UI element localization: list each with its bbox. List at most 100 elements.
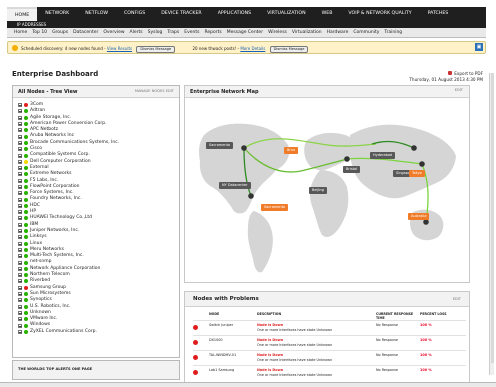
expand-icon[interactable] xyxy=(18,317,22,322)
expand-icon[interactable] xyxy=(18,140,22,145)
expand-icon[interactable] xyxy=(18,329,22,334)
top-nav-configs[interactable]: Configs xyxy=(116,7,153,21)
dismiss-message-button[interactable]: Dismiss Message xyxy=(136,46,176,53)
view-results-link[interactable]: View Results xyxy=(107,46,132,51)
menu-community[interactable]: Community xyxy=(353,28,379,38)
menu-home[interactable]: Home xyxy=(14,28,27,38)
top-nav-netflow[interactable]: NetFlow xyxy=(77,7,116,21)
expand-icon[interactable] xyxy=(18,210,22,215)
expand-icon[interactable] xyxy=(18,304,22,309)
top-nav-home[interactable]: Home xyxy=(7,7,38,21)
expand-icon[interactable] xyxy=(18,266,22,271)
vertical-scrollbar[interactable] xyxy=(489,73,494,375)
top-nav-applications[interactable]: Applications xyxy=(210,7,259,21)
expand-icon[interactable] xyxy=(18,222,22,227)
expand-icon[interactable] xyxy=(18,298,22,303)
tree-node-label[interactable]: Brocade Communications Systems, Inc. xyxy=(30,140,119,146)
map-tag-brno[interactable]: Brno xyxy=(284,147,299,154)
menu-training[interactable]: Training xyxy=(384,28,402,38)
expand-icon[interactable] xyxy=(18,197,22,202)
map-tag-ny-datacenter[interactable]: NY Datacenter xyxy=(219,182,251,189)
menu-virtualization[interactable]: Virtualization xyxy=(292,28,322,38)
tree-view-tools[interactable]: MANAGE NODES EDIT xyxy=(135,89,174,93)
node-name[interactable]: Lab1 Samsung xyxy=(209,368,257,378)
expand-icon[interactable] xyxy=(18,166,22,171)
tree-node-row[interactable]: ZyXEL Communications Corp. xyxy=(18,329,119,335)
problems-edit-button[interactable]: EDIT xyxy=(453,297,461,301)
expand-icon[interactable] xyxy=(18,247,22,252)
expand-icon[interactable] xyxy=(18,260,22,265)
map-edit-button[interactable]: EDIT xyxy=(455,88,463,92)
expand-icon[interactable] xyxy=(18,279,22,284)
expand-icon[interactable] xyxy=(18,323,22,328)
top-nav-network[interactable]: Network xyxy=(37,7,77,21)
sacramento-lower-node-marker[interactable] xyxy=(248,193,254,199)
menu-alerts[interactable]: Alerts xyxy=(130,28,143,38)
top-nav-virtualization[interactable]: Virtualization xyxy=(259,7,314,21)
node-name[interactable]: TAL-WINDMV-01 xyxy=(209,353,257,363)
problem-row[interactable]: DX1000 Node is Down One or more Interfaces… xyxy=(193,335,466,350)
problem-row[interactable]: Switch Juniper Node is Down One or more In… xyxy=(193,320,466,335)
map-tag-australia[interactable]: Australia xyxy=(408,213,430,220)
expand-icon[interactable] xyxy=(18,229,22,234)
horizontal-scrollbar[interactable] xyxy=(0,382,496,387)
top-nav-device-tracker[interactable]: Device Tracker xyxy=(153,7,210,21)
expand-icon[interactable] xyxy=(18,159,22,164)
expand-icon[interactable] xyxy=(18,241,22,246)
menu-events[interactable]: Events xyxy=(184,28,199,38)
expand-icon[interactable] xyxy=(18,172,22,177)
expand-icon[interactable] xyxy=(18,134,22,139)
expand-icon[interactable] xyxy=(18,254,22,259)
expand-icon[interactable] xyxy=(18,235,22,240)
expand-icon[interactable] xyxy=(18,128,22,133)
menu-wireless[interactable]: Wireless xyxy=(268,28,287,38)
map-tag-sacramento[interactable]: Sacramento xyxy=(206,142,234,149)
map-tag-tokyo[interactable]: Tokyo xyxy=(409,170,425,177)
expand-icon[interactable] xyxy=(18,153,22,158)
map-tag-hyderabad[interactable]: Hyderabad xyxy=(370,152,396,159)
expand-icon[interactable] xyxy=(18,273,22,278)
menu-hardware[interactable]: Hardware xyxy=(327,28,349,38)
expand-icon[interactable] xyxy=(18,122,22,127)
tree-node-label[interactable]: HUAWEI Technology Co.,Ltd xyxy=(30,215,92,221)
menu-datacenter[interactable]: Datacenter xyxy=(73,28,98,38)
node-name[interactable]: DX1000 xyxy=(209,338,257,348)
expand-icon[interactable] xyxy=(18,292,22,297)
menu-syslog[interactable]: Syslog xyxy=(148,28,163,38)
map-tag-sacramento-2[interactable]: Sacramento xyxy=(261,204,289,211)
expand-icon[interactable] xyxy=(18,115,22,120)
expand-icon[interactable] xyxy=(18,178,22,183)
expand-icon[interactable] xyxy=(18,147,22,152)
asia-node-marker[interactable] xyxy=(419,161,425,167)
top-nav-web[interactable]: Web xyxy=(314,7,341,21)
menu-traps[interactable]: Traps xyxy=(167,28,179,38)
europe-node-marker[interactable] xyxy=(344,156,350,162)
top-nav-patches[interactable]: Patches xyxy=(420,7,457,21)
expand-icon[interactable] xyxy=(18,103,22,108)
dismiss-message-button-2[interactable]: Dismiss Message xyxy=(269,46,309,53)
expand-icon[interactable] xyxy=(18,203,22,208)
menu-message-center[interactable]: Message Center xyxy=(227,28,263,38)
menu-reports[interactable]: Reports xyxy=(204,28,221,38)
map-tag-bristol[interactable]: Bristol xyxy=(343,166,361,173)
problem-row[interactable]: TAL-WINDMV-01 Node is Down One or more Int… xyxy=(193,350,466,365)
expand-icon[interactable] xyxy=(18,109,22,114)
expand-icon[interactable] xyxy=(18,216,22,221)
menu-groups[interactable]: Groups xyxy=(52,28,68,38)
node-name[interactable]: Switch Juniper xyxy=(209,323,257,333)
banner-expand-icon[interactable]: ▣ xyxy=(475,43,483,51)
problem-row[interactable]: Lab1 Samsung Node is Down One or more Inte… xyxy=(193,365,466,380)
top-nav-voip[interactable]: VoIP & Network Quality xyxy=(340,7,419,21)
expand-icon[interactable] xyxy=(18,191,22,196)
more-details-link[interactable]: More Details xyxy=(240,46,265,51)
expand-icon[interactable] xyxy=(18,285,22,290)
menu-overview[interactable]: Overview xyxy=(103,28,124,38)
beijing-node-marker[interactable] xyxy=(411,145,417,151)
australia-node-marker[interactable] xyxy=(423,219,429,225)
scroll-thumb[interactable] xyxy=(491,73,494,363)
map-tag-beijing[interactable]: Beijing xyxy=(309,187,327,194)
expand-icon[interactable] xyxy=(18,185,22,189)
tree-node-label[interactable]: ZyXEL Communications Corp. xyxy=(30,329,97,335)
sacramento-node-marker[interactable] xyxy=(241,145,247,151)
expand-icon[interactable] xyxy=(18,310,22,315)
